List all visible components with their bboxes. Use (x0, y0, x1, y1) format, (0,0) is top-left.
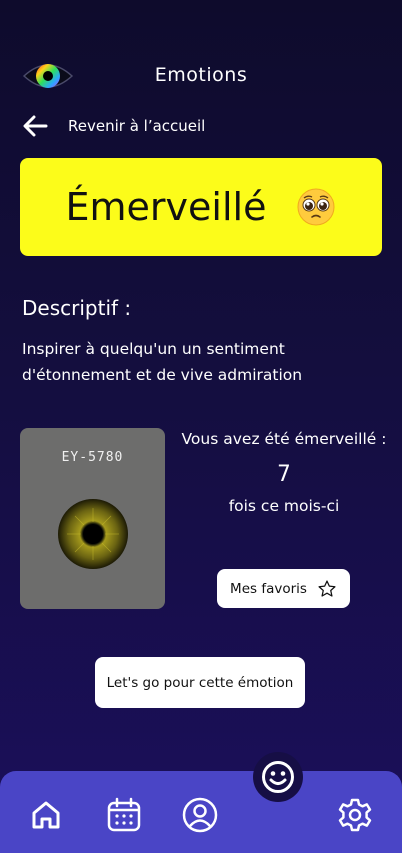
description-text: Inspirer à quelqu'un un sentiment d'éton… (22, 340, 303, 384)
description-title: Descriptif : (22, 296, 132, 320)
star-icon (318, 579, 336, 597)
go-emotion-button[interactable]: Let's go pour cette émotion (95, 657, 305, 708)
app-header: Emotions (0, 56, 402, 96)
stats-line2: fois ce mois-ci (228, 497, 340, 515)
stats-line1: Vous avez été émerveillé : (181, 430, 387, 448)
settings-icon[interactable] (337, 797, 373, 833)
bottom-nav (0, 771, 402, 853)
emotion-card: Émerveillé (20, 158, 382, 256)
eye-iris-icon (58, 499, 128, 569)
back-link-label: Revenir à l’accueil (68, 117, 206, 135)
back-link[interactable]: Revenir à l’accueil (22, 112, 205, 140)
favorites-button[interactable]: Mes favoris (217, 569, 350, 608)
favorites-button-label: Mes favoris (230, 580, 307, 597)
arrow-left-icon (23, 115, 48, 137)
go-emotion-button-label: Let's go pour cette émotion (106, 674, 294, 691)
smiley-icon (262, 761, 294, 793)
page-title: Emotions (154, 64, 248, 86)
stats-count: 7 (277, 462, 291, 487)
pleading-face-emoji-icon (297, 188, 335, 226)
calendar-icon[interactable] (106, 797, 142, 833)
home-icon[interactable] (28, 797, 64, 833)
profile-icon[interactable] (182, 797, 218, 833)
eye-card: EY-5780 (20, 428, 165, 609)
eye-card-code: EY-5780 (61, 450, 124, 465)
emotion-name: Émerveillé (65, 185, 267, 229)
mood-fab-button[interactable] (253, 752, 303, 802)
